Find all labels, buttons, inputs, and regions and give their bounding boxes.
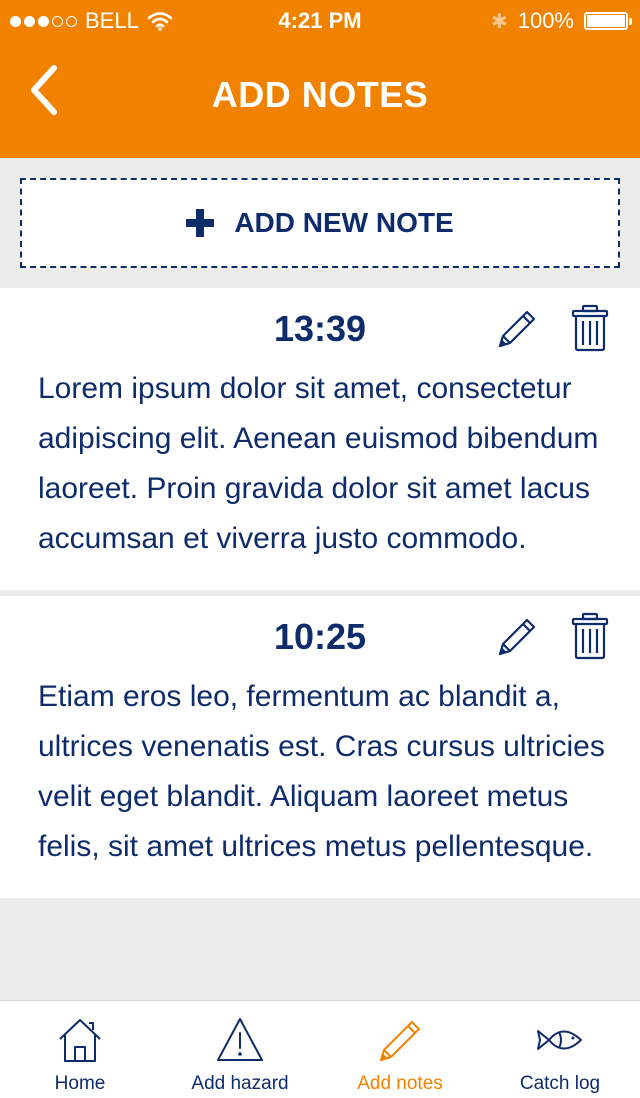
trash-icon[interactable] bbox=[568, 304, 612, 352]
battery-icon bbox=[584, 12, 632, 30]
app-screen: BELL 4:21 PM ✱ 100% ADD NOTES ADD NEW NO… bbox=[0, 0, 640, 1098]
warning-icon bbox=[217, 1018, 263, 1061]
bottom-tab-bar: Home Add hazard Add notes Catch log bbox=[0, 1000, 640, 1098]
tab-home[interactable]: Home bbox=[0, 1001, 160, 1098]
tab-add-hazard[interactable]: Add hazard bbox=[160, 1001, 320, 1098]
trash-icon[interactable] bbox=[568, 612, 612, 660]
tab-label: Home bbox=[54, 1073, 106, 1094]
pencil-icon bbox=[380, 1021, 420, 1061]
note-actions bbox=[494, 304, 612, 352]
tab-label: Add hazard bbox=[191, 1073, 289, 1094]
home-icon bbox=[59, 1019, 101, 1062]
note-text: Lorem ipsum dolor sit amet, consectetur … bbox=[38, 372, 599, 555]
note-card: 10:25 Etiam eros leo, fermentum ac bland… bbox=[0, 596, 640, 898]
top-bar: BELL 4:21 PM ✱ 100% ADD NOTES bbox=[0, 0, 640, 158]
fish-icon bbox=[537, 1030, 582, 1050]
status-bar: BELL 4:21 PM ✱ 100% bbox=[0, 0, 640, 40]
tab-label: Catch log bbox=[519, 1073, 601, 1094]
add-new-note-button[interactable]: ADD NEW NOTE bbox=[20, 178, 620, 268]
note-card: 13:39 Lorem ipsum dolor sit amet, consec… bbox=[0, 288, 640, 590]
tab-add-notes[interactable]: Add notes bbox=[320, 1001, 480, 1098]
page-title: ADD NOTES bbox=[211, 74, 429, 115]
plus-icon bbox=[186, 209, 215, 237]
status-right: ✱ 100% bbox=[490, 8, 632, 34]
tab-catch-log[interactable]: Catch log bbox=[480, 1001, 640, 1098]
tab-label: Add notes bbox=[357, 1073, 443, 1094]
note-actions bbox=[494, 612, 612, 660]
bluetooth-icon: ✱ bbox=[490, 10, 508, 33]
note-text: Etiam eros leo, fermentum ac blandit a, … bbox=[38, 680, 605, 863]
edit-pencil-icon[interactable] bbox=[494, 612, 538, 660]
add-new-note-label: ADD NEW NOTE bbox=[234, 207, 454, 238]
edit-pencil-icon[interactable] bbox=[494, 304, 538, 352]
battery-percent: 100% bbox=[517, 8, 574, 33]
nav-header: ADD NOTES bbox=[0, 40, 640, 158]
battery-fill bbox=[587, 15, 625, 27]
